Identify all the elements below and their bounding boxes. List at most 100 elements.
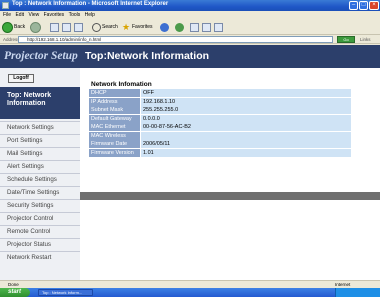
media-button[interactable]	[160, 21, 169, 33]
ie-icon	[2, 2, 9, 9]
home-button[interactable]	[74, 21, 83, 33]
forward-arrow-icon	[30, 21, 41, 33]
maximize-button[interactable]: □	[359, 1, 368, 10]
taskbar: start Top : Network Inform...	[0, 288, 380, 297]
sidebar-item-network-restart[interactable]: Network Restart	[0, 251, 80, 264]
search-icon	[92, 22, 101, 32]
refresh-icon	[62, 22, 71, 32]
links-label[interactable]: Links	[360, 37, 371, 42]
row-key: Default Gateway	[89, 114, 140, 123]
row-value: 192.168.1.10	[141, 97, 351, 106]
sidebar-item-date-time-settings[interactable]: Date/Time Settings	[0, 186, 80, 199]
back-label: Back	[14, 24, 26, 30]
history-button[interactable]	[175, 21, 184, 33]
sidebar-item-remote-control[interactable]: Remote Control	[0, 225, 80, 238]
sidebar-item-network-information[interactable]: Top: Network Information	[0, 87, 80, 119]
media-icon	[160, 22, 169, 32]
status-bar: Done Internet	[0, 280, 380, 288]
row-value: 1.01	[141, 148, 351, 157]
forward-button[interactable]	[30, 21, 41, 33]
favorites-label: Favorites	[132, 24, 153, 30]
menu-file[interactable]: File	[3, 12, 11, 18]
menu-edit[interactable]: Edit	[15, 12, 24, 18]
system-tray	[335, 288, 380, 297]
row-value: 2006/05/11	[141, 140, 351, 148]
sidebar-item-projector-status[interactable]: Projector Status	[0, 238, 80, 251]
zone-text: Internet	[335, 282, 351, 287]
go-button[interactable]: Go	[337, 36, 355, 43]
table-row: MAC Ethernet 00-00-87-56-AC-B2	[89, 123, 351, 131]
sidebar-item-projector-control[interactable]: Projector Control	[0, 212, 80, 225]
address-url: http://192.168.1.10/admin/info_n.html	[27, 37, 102, 42]
row-key: MAC Ethernet	[89, 123, 140, 131]
menu-view[interactable]: View	[28, 12, 39, 18]
refresh-button[interactable]	[62, 21, 71, 33]
footer-bar	[80, 192, 380, 200]
stop-button[interactable]	[50, 21, 59, 33]
row-value: 00-00-87-56-AC-B2	[141, 123, 351, 131]
edit-button[interactable]	[214, 21, 223, 33]
sidebar-item-security-settings[interactable]: Security Settings	[0, 199, 80, 212]
page-title: Top:Network Information	[80, 45, 380, 68]
back-arrow-icon	[2, 21, 13, 33]
sidebar-item-schedule-settings[interactable]: Schedule Settings	[0, 173, 80, 186]
network-info-table: DHCP OFF IP Address 192.168.1.10 Subnet …	[89, 89, 351, 157]
toolbar: Back Search ★ Favorites	[0, 19, 380, 35]
mail-icon	[190, 22, 199, 32]
table-row: Firmware Date 2006/05/11	[89, 140, 351, 148]
row-key: IP Address	[89, 97, 140, 106]
taskbar-item-browser[interactable]: Top : Network Inform...	[38, 289, 93, 296]
menu-tools[interactable]: Tools	[69, 12, 81, 18]
favorites-button[interactable]: ★ Favorites	[122, 21, 153, 33]
mail-button[interactable]	[190, 21, 199, 33]
table-row: MAC Wireless	[89, 131, 351, 140]
edit-icon	[214, 22, 223, 32]
sidebar-item-network-settings[interactable]: Network Settings	[0, 121, 80, 134]
row-value: OFF	[141, 89, 351, 97]
window-title: Top : Network Information - Microsoft In…	[12, 1, 169, 7]
address-bar: Address http://192.168.1.10/admin/info_n…	[0, 35, 380, 44]
title-bar: Top : Network Information - Microsoft In…	[0, 0, 380, 11]
row-value	[141, 131, 351, 140]
stop-icon	[50, 22, 59, 32]
web-page: Projector Setup Logoff Top: Network Info…	[0, 45, 380, 280]
status-text: Done	[8, 282, 19, 287]
row-key: MAC Wireless	[89, 131, 140, 140]
back-button[interactable]: Back	[2, 21, 25, 33]
table-row: Firmware Version 1.01	[89, 148, 351, 157]
home-icon	[74, 22, 83, 32]
row-key: Firmware Date	[89, 140, 140, 148]
row-key: Firmware Version	[89, 148, 140, 157]
sidebar-item-port-settings[interactable]: Port Settings	[0, 134, 80, 147]
print-icon	[202, 22, 211, 32]
menu-bar: File Edit View Favorites Tools Help	[0, 11, 380, 19]
logo-text: Projector Setup	[4, 50, 78, 62]
star-icon: ★	[122, 21, 131, 32]
sidebar-item-mail-settings[interactable]: Mail Settings	[0, 147, 80, 160]
row-key: Subnet Mask	[89, 106, 140, 114]
section-title: Network Infomation	[91, 81, 152, 88]
sidebar-item-alert-settings[interactable]: Alert Settings	[0, 160, 80, 173]
address-input[interactable]: http://192.168.1.10/admin/info_n.html	[18, 36, 333, 43]
menu-favorites[interactable]: Favorites	[44, 12, 65, 18]
row-key: DHCP	[89, 89, 140, 97]
search-button[interactable]: Search	[92, 21, 118, 33]
table-row: DHCP OFF	[89, 89, 351, 97]
minimize-button[interactable]: –	[349, 1, 358, 10]
browser-window: Top : Network Information - Microsoft In…	[0, 0, 380, 297]
projector-setup-logo: Projector Setup	[0, 45, 80, 68]
close-button[interactable]: ×	[369, 1, 379, 10]
start-button[interactable]: start	[0, 288, 30, 297]
row-value: 0.0.0.0	[141, 114, 351, 123]
sidebar: Projector Setup Logoff Top: Network Info…	[0, 45, 80, 280]
row-value: 255.255.255.0	[141, 106, 351, 114]
table-row: IP Address 192.168.1.10	[89, 97, 351, 106]
print-button[interactable]	[202, 21, 211, 33]
menu-help[interactable]: Help	[85, 12, 95, 18]
search-label: Search	[102, 24, 118, 30]
table-row: Default Gateway 0.0.0.0	[89, 114, 351, 123]
main-content: Top:Network Information Network Infomati…	[80, 45, 380, 280]
history-icon	[175, 22, 184, 32]
logoff-button[interactable]: Logoff	[8, 74, 34, 83]
table-row: Subnet Mask 255.255.255.0	[89, 106, 351, 114]
